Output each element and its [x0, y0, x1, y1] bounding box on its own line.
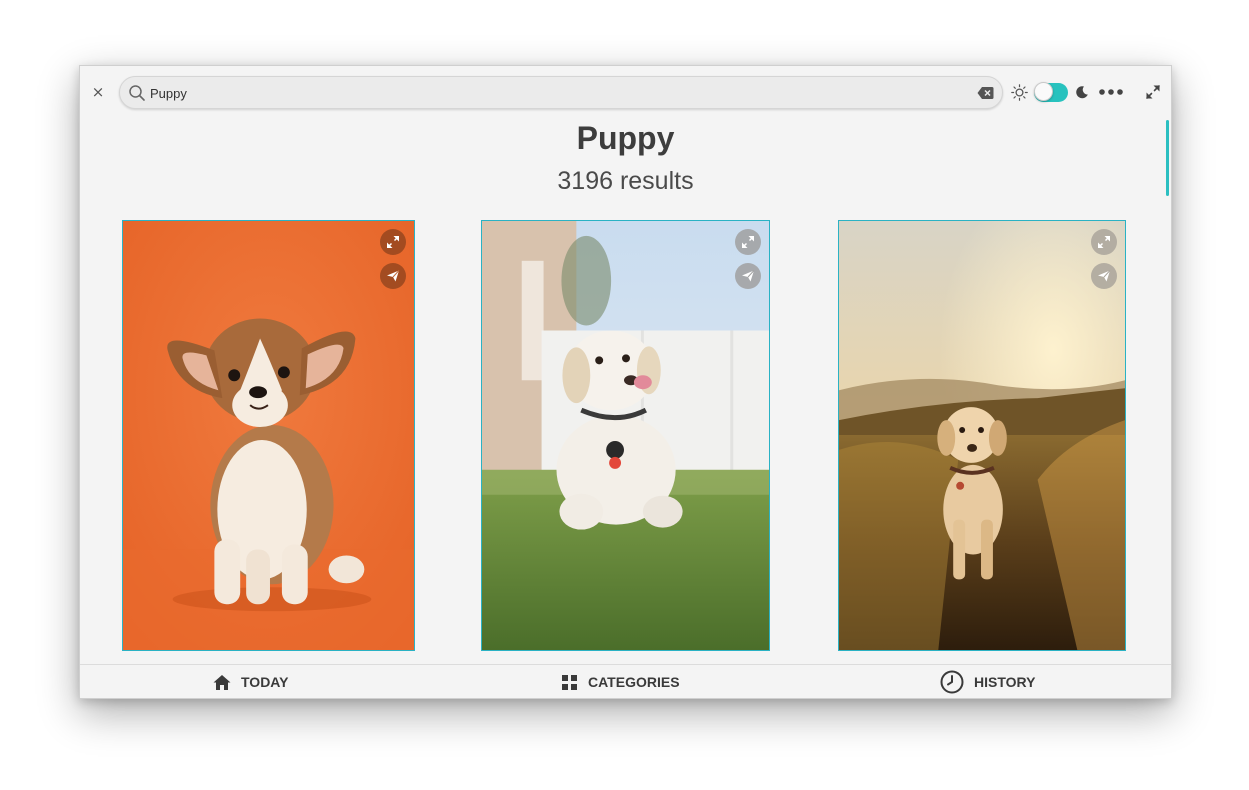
- close-button[interactable]: ×: [88, 82, 108, 102]
- send-icon: [742, 270, 755, 282]
- expand-button[interactable]: [735, 229, 761, 255]
- theme-toggle-switch[interactable]: [1034, 82, 1068, 102]
- send-button[interactable]: [735, 263, 761, 289]
- toggle-knob: [1034, 82, 1053, 101]
- backspace-clear-icon[interactable]: [977, 86, 994, 100]
- search-input[interactable]: [150, 83, 970, 103]
- sun-icon: [1011, 84, 1028, 101]
- photo-card-corgi[interactable]: [122, 220, 415, 651]
- result-count: 3196 results: [557, 167, 694, 195]
- app-window: × Puppy Puppy 3196 results TODAY CATEGOR…: [79, 65, 1172, 699]
- search-bar[interactable]: [119, 76, 1003, 109]
- expand-button[interactable]: [380, 229, 406, 255]
- nav-categories[interactable]: CATEGORIES: [561, 665, 680, 698]
- send-icon: [1098, 270, 1111, 282]
- more-horizontal-icon[interactable]: [1097, 81, 1125, 103]
- nav-today[interactable]: TODAY: [213, 665, 289, 698]
- search-icon: [129, 85, 145, 101]
- nav-today-label: TODAY: [241, 674, 289, 690]
- home-icon: [213, 674, 231, 690]
- nav-history[interactable]: HISTORY: [940, 665, 1036, 698]
- expand-icon: [741, 235, 755, 249]
- send-icon: [387, 270, 400, 282]
- grid-icon: [562, 674, 577, 690]
- page-title: Puppy: [576, 120, 675, 156]
- moon-icon: [1076, 86, 1088, 99]
- send-button[interactable]: [1091, 263, 1117, 289]
- nav-categories-label: CATEGORIES: [588, 674, 680, 690]
- send-button[interactable]: [380, 263, 406, 289]
- bottom-navigation: TODAY CATEGORIES HISTORY: [80, 664, 1171, 698]
- expand-icon: [386, 235, 400, 249]
- expand-icon: [1097, 235, 1111, 249]
- labrador-sunset-photo: [839, 221, 1125, 650]
- fullscreen-icon[interactable]: [1145, 84, 1161, 100]
- nav-history-label: HISTORY: [974, 674, 1036, 690]
- clock-icon: [940, 670, 964, 694]
- photo-card-labrador-sunset[interactable]: [838, 220, 1126, 651]
- expand-button[interactable]: [1091, 229, 1117, 255]
- labrador-puppy-photo: [482, 221, 769, 650]
- corgi-puppy-photo: [123, 221, 414, 650]
- photo-card-labrador-puppy[interactable]: [481, 220, 770, 651]
